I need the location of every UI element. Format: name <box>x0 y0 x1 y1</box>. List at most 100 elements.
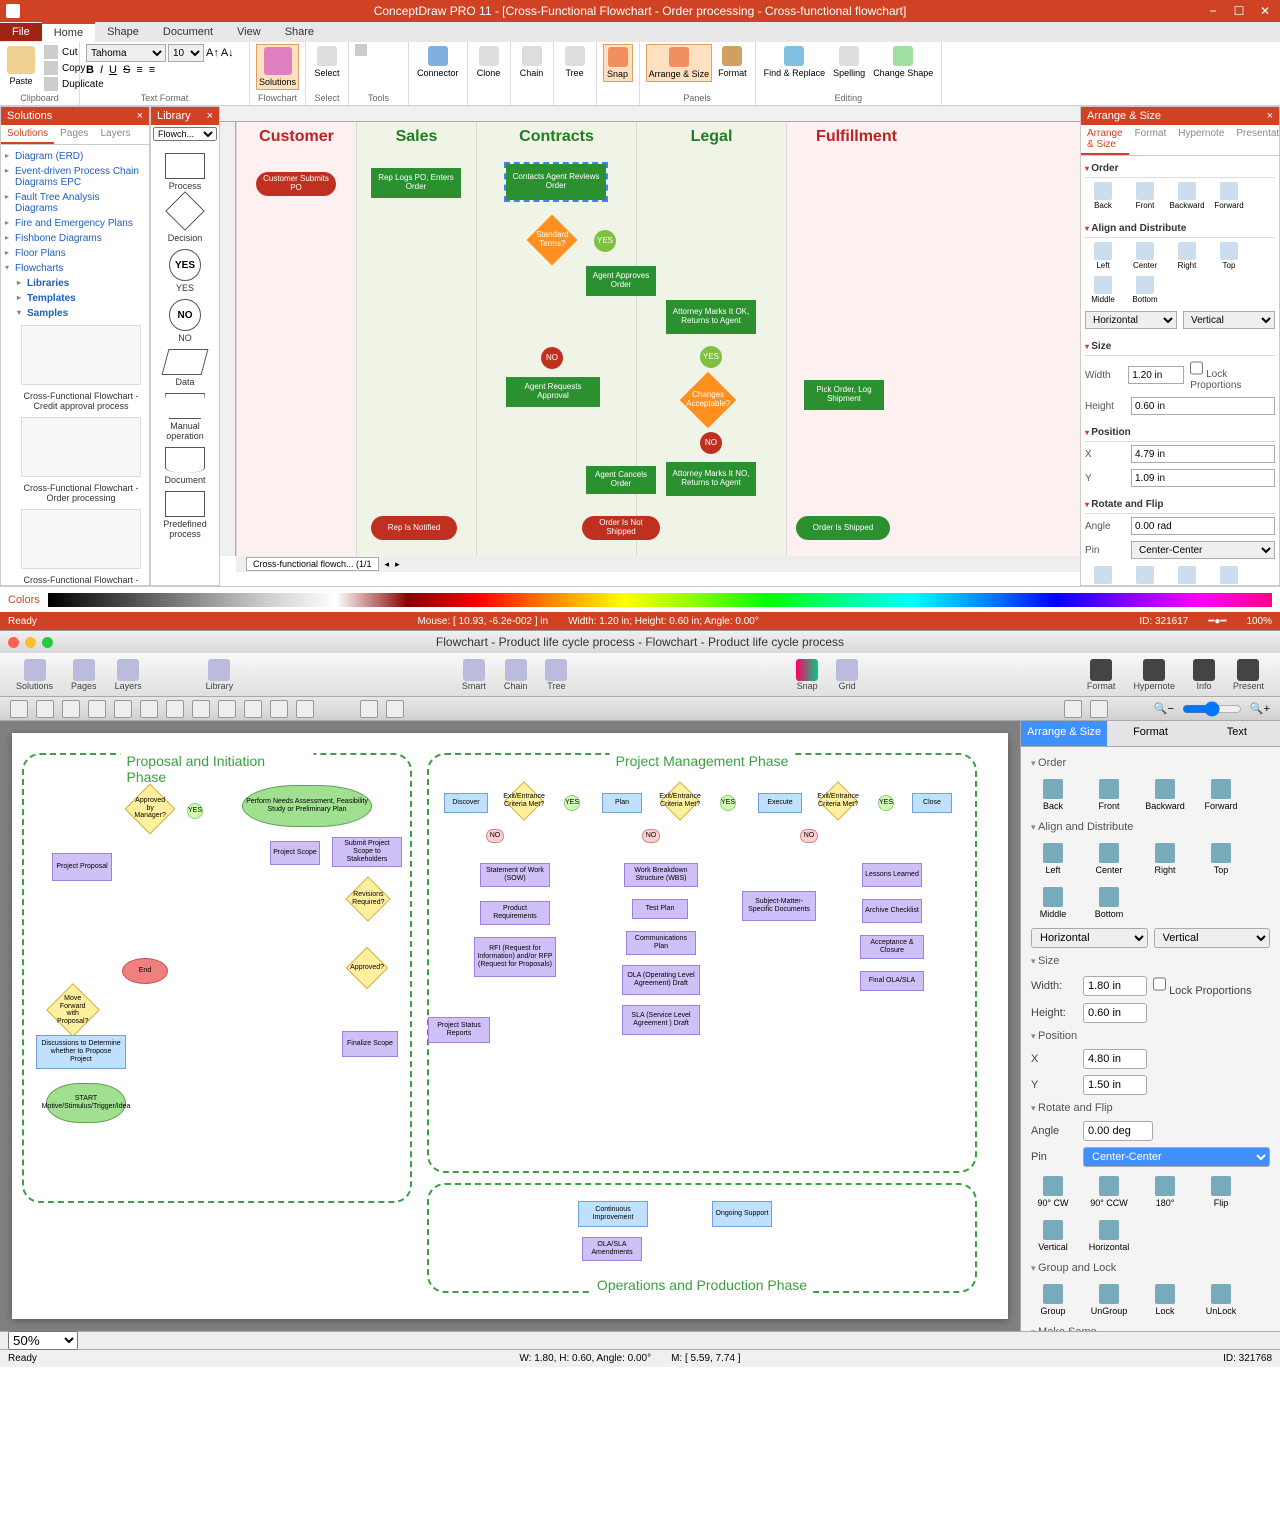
order-front[interactable]: Front <box>1127 182 1163 210</box>
minimize-button[interactable] <box>25 637 36 648</box>
colors-strip[interactable] <box>48 593 1272 607</box>
arrange-size-button[interactable]: Arrange & Size <box>646 44 713 82</box>
mrot-90ccw[interactable]: 90° CCW <box>1087 1176 1131 1208</box>
munlock-btn[interactable]: UnLock <box>1199 1284 1243 1316</box>
size-section[interactable]: Size <box>1085 338 1275 356</box>
sol-item[interactable]: Diagram (ERD) <box>5 149 145 164</box>
sol-item[interactable]: Event-driven Process Chain Diagrams EPC <box>5 164 145 190</box>
angle-input[interactable] <box>1131 517 1275 535</box>
italic-button[interactable]: I <box>100 64 103 76</box>
node-ongoing[interactable]: Ongoing Support <box>712 1201 772 1227</box>
sol-sub-templates[interactable]: Templates <box>17 291 145 306</box>
align-center-icon[interactable]: ≡ <box>149 64 155 76</box>
mrot-180[interactable]: 180° <box>1143 1176 1187 1208</box>
ellipse-tool[interactable] <box>88 700 106 718</box>
snap-button[interactable]: Snap <box>603 44 633 82</box>
pm-yes3[interactable]: YES <box>878 795 894 811</box>
hand-tool[interactable] <box>1064 700 1082 718</box>
mangle-input[interactable] <box>1083 1121 1153 1141</box>
arc-tool[interactable] <box>140 700 158 718</box>
mwidth-input[interactable] <box>1083 976 1147 996</box>
node-no2[interactable]: NO <box>700 432 722 454</box>
tab-shape[interactable]: Shape <box>95 23 151 41</box>
lock-proportions[interactable] <box>1190 359 1203 377</box>
mac-zoom-select[interactable]: 50% <box>8 1331 78 1350</box>
node-sla-draft[interactable]: SLA (Service Level Agreement ) Draft <box>622 1005 700 1035</box>
zoom-slider[interactable]: ━●━ <box>1208 616 1226 627</box>
node-prod-req[interactable]: Product Requirements <box>480 901 550 925</box>
sol-item[interactable]: Fire and Emergency Plans <box>5 216 145 231</box>
rot-180[interactable]: 180 ° <box>1169 566 1205 585</box>
tb-present[interactable]: Present <box>1227 657 1270 693</box>
order-section[interactable]: Order <box>1085 160 1275 178</box>
tab-nav-left[interactable]: ◂ <box>385 559 390 570</box>
flip[interactable]: Flip <box>1211 566 1247 585</box>
malign-right[interactable]: Right <box>1143 843 1187 875</box>
malign-center[interactable]: Center <box>1087 843 1131 875</box>
shape-predefined[interactable]: Predefined process <box>155 491 215 539</box>
align-right[interactable]: Right <box>1169 242 1205 270</box>
node-execute[interactable]: Execute <box>758 793 802 813</box>
solutions-button[interactable]: Solutions <box>256 44 299 90</box>
font-shrink-icon[interactable]: A↓ <box>221 47 234 59</box>
chain-button[interactable]: Chain <box>517 44 547 80</box>
mdist-vert[interactable]: Vertical <box>1154 928 1271 948</box>
connector-button[interactable]: Connector <box>415 44 461 80</box>
align-bottom[interactable]: Bottom <box>1127 276 1163 304</box>
pm-yes1[interactable]: YES <box>564 795 580 811</box>
sol-item[interactable]: Fishbone Diagrams <box>5 231 145 246</box>
node-finalize[interactable]: Finalize Scope <box>342 1031 398 1057</box>
node-status-reports[interactable]: Project Status Reports <box>428 1017 490 1043</box>
tab-nav-right[interactable]: ▸ <box>395 559 400 570</box>
node-agent-requests[interactable]: Agent Requests Approval <box>506 377 600 407</box>
node-project-proposal[interactable]: Project Proposal <box>52 853 112 881</box>
node-agent-cancels[interactable]: Agent Cancels Order <box>586 466 656 494</box>
malign-middle[interactable]: Middle <box>1031 887 1075 919</box>
node-end[interactable]: End <box>122 958 168 984</box>
minimize-button[interactable]: − <box>1202 3 1224 19</box>
node-rep-logs[interactable]: Rep Logs PO, Enters Order <box>371 168 461 198</box>
morder-back[interactable]: Back <box>1031 779 1075 811</box>
sol-item-flowcharts[interactable]: Flowcharts <box>5 261 145 276</box>
mposition-section[interactable]: Position <box>1031 1026 1270 1046</box>
props-tab-format[interactable]: Format <box>1129 125 1173 155</box>
panel-close-icon[interactable]: × <box>137 110 143 122</box>
zoom-out-icon[interactable]: 🔍− <box>1154 702 1174 715</box>
align-left-icon[interactable]: ≡ <box>136 64 142 76</box>
brush-tool[interactable] <box>218 700 236 718</box>
mgroup-btn[interactable]: Group <box>1031 1284 1075 1316</box>
node-attorney-ok[interactable]: Attorney Marks It OK, Returns to Agent <box>666 300 756 334</box>
line-tool[interactable] <box>114 700 132 718</box>
pin-select[interactable]: Center-Center <box>1131 541 1275 559</box>
y-input[interactable] <box>1131 469 1275 487</box>
node-ola-draft[interactable]: OLA (Operating Level Agreement) Draft <box>622 965 700 995</box>
tb-chain[interactable]: Chain <box>498 657 534 693</box>
mflip[interactable]: Flip <box>1199 1176 1243 1208</box>
spline-tool[interactable] <box>244 700 262 718</box>
tb-grid[interactable]: Grid <box>830 657 864 693</box>
mprop-tab-text[interactable]: Text <box>1194 721 1280 747</box>
mlock-proportions[interactable] <box>1153 974 1166 994</box>
mlock-btn[interactable]: Lock <box>1143 1284 1187 1316</box>
font-family[interactable]: Tahoma <box>86 44 166 62</box>
panel-close-icon[interactable]: × <box>207 110 213 122</box>
zoom-button[interactable] <box>42 637 53 648</box>
text-tool[interactable] <box>36 700 54 718</box>
font-size[interactable]: 10 <box>168 44 204 62</box>
shape-yes[interactable]: YESYES <box>155 249 215 293</box>
node-close[interactable]: Close <box>912 793 952 813</box>
layers-tab[interactable]: Layers <box>95 125 137 144</box>
paste-button[interactable]: Paste <box>6 44 36 88</box>
msize-section[interactable]: Size <box>1031 951 1270 971</box>
mflip-v[interactable]: Vertical <box>1031 1220 1075 1252</box>
close-button[interactable] <box>8 637 19 648</box>
tb-library[interactable]: Library <box>200 657 240 693</box>
spelling-button[interactable]: Spelling <box>831 44 867 80</box>
props-tab-presentation[interactable]: Presentation <box>1230 125 1280 155</box>
morder-front[interactable]: Front <box>1087 779 1131 811</box>
node-archive[interactable]: Archive Checklist <box>862 899 922 923</box>
node-pick-order[interactable]: Pick Order, Log Shipment <box>804 380 884 410</box>
tb-solutions[interactable]: Solutions <box>10 657 59 693</box>
tb-hypernote[interactable]: Hypernote <box>1127 657 1181 693</box>
maximize-button[interactable]: ☐ <box>1228 3 1250 19</box>
